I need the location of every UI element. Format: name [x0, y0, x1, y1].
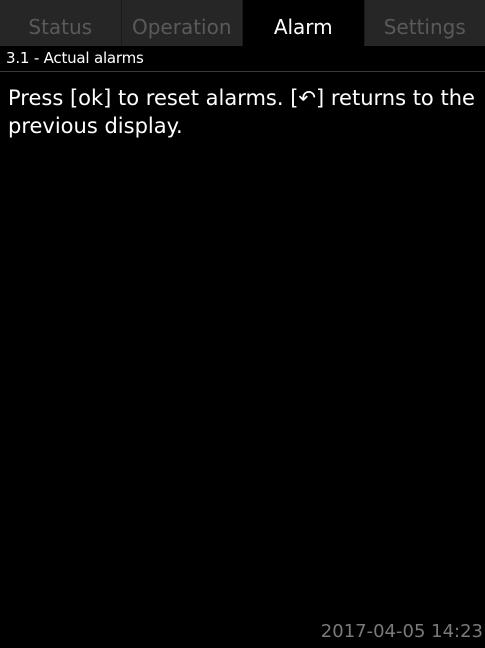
tab-settings[interactable]: Settings	[363, 0, 485, 46]
help-text: Press [ok] to reset alarms. [↶] returns …	[8, 86, 475, 138]
menu-title: 3.1 - Actual alarms	[6, 49, 144, 67]
tab-alarm[interactable]: Alarm	[242, 0, 364, 46]
divider	[0, 71, 485, 72]
tab-operation[interactable]: Operation	[120, 0, 242, 46]
tab-bar: Status Operation Alarm Settings	[0, 0, 485, 46]
tab-status[interactable]: Status	[0, 0, 121, 46]
datetime-display: 2017-04-05 14:23	[320, 621, 483, 642]
